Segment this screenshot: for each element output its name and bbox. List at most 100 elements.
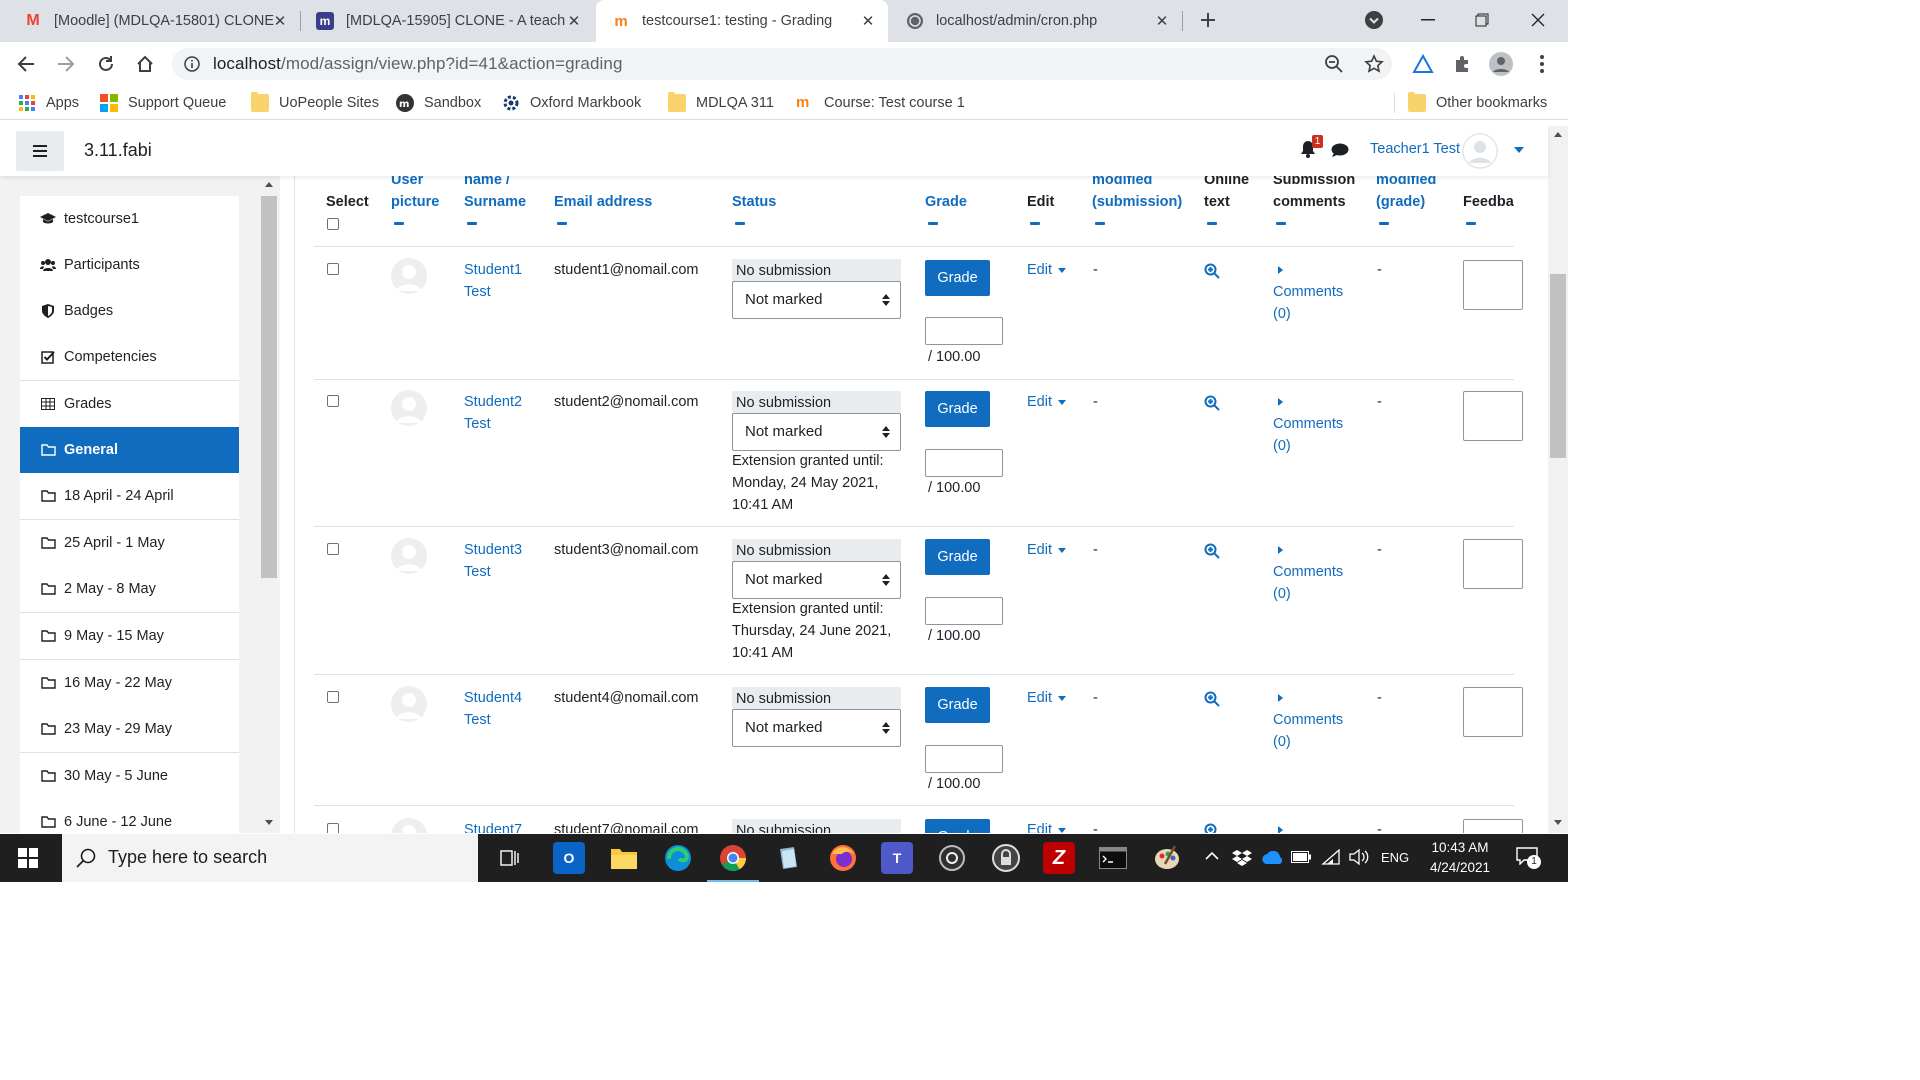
header-email[interactable]: Email address: [554, 191, 652, 213]
terminal-icon[interactable]: [1097, 842, 1129, 874]
action-center-icon[interactable]: 1: [1516, 847, 1541, 869]
show-hidden-icons-chevron-icon[interactable]: [1205, 851, 1219, 861]
nav-item-section[interactable]: 16 May - 22 May: [20, 660, 239, 707]
quick-grade-input[interactable]: [925, 745, 1003, 773]
grade-button[interactable]: Grade: [925, 687, 990, 723]
user-menu-name[interactable]: Teacher1 Test: [1370, 141, 1460, 157]
site-info-icon[interactable]: [184, 56, 200, 72]
wifi-icon[interactable]: [1321, 849, 1341, 865]
scroll-down-arrow-icon[interactable]: [1554, 820, 1562, 825]
student-name-link[interactable]: Student2 Test: [464, 391, 534, 435]
page-scrollbar[interactable]: [1548, 126, 1568, 833]
bookmark-other-bookmarks[interactable]: Other bookmarks: [1408, 92, 1547, 114]
windows-start-icon[interactable]: [18, 848, 38, 868]
paint-icon[interactable]: [1151, 842, 1183, 874]
edit-menu-toggle[interactable]: Edit: [1027, 687, 1066, 709]
obs-icon[interactable]: [936, 842, 968, 874]
minimize-icon[interactable]: [1406, 4, 1450, 36]
header-user-picture[interactable]: User picture: [391, 176, 439, 213]
header-modified-submission[interactable]: modified (submission): [1092, 176, 1182, 213]
site-name[interactable]: 3.11.fabi: [84, 140, 152, 161]
nav-item-section[interactable]: 23 May - 29 May: [20, 706, 239, 753]
onedrive-icon[interactable]: [1261, 851, 1283, 865]
collapse-column-icon[interactable]: [394, 222, 404, 225]
reload-icon[interactable]: [94, 52, 118, 76]
comments-link[interactable]: Comments (0): [1273, 561, 1343, 605]
task-view-icon[interactable]: [494, 842, 526, 874]
drawer-scrollbar-thumb[interactable]: [261, 196, 277, 578]
firefox-icon[interactable]: [827, 842, 859, 874]
bookmark-apps[interactable]: Apps: [18, 92, 79, 114]
outlook-icon[interactable]: O: [553, 842, 585, 874]
nav-item-competencies[interactable]: Competencies: [20, 334, 239, 381]
home-icon[interactable]: [133, 52, 157, 76]
scroll-up-arrow-icon[interactable]: [265, 182, 273, 187]
close-tab-icon[interactable]: ✕: [858, 11, 878, 31]
extension-drive-icon[interactable]: [1411, 52, 1435, 76]
chrome-menu-icon[interactable]: [1530, 52, 1554, 76]
notifications-bell-icon[interactable]: 1: [1300, 135, 1323, 160]
select-all-checkbox[interactable]: [327, 218, 339, 230]
row-select-checkbox[interactable]: [327, 263, 339, 275]
browser-tab-active[interactable]: m testcourse1: testing - Grading ✕: [596, 0, 888, 42]
collapse-column-icon[interactable]: [557, 222, 567, 225]
browser-tab-2[interactable]: m [MDLQA-15905] CLONE - A teach ✕: [300, 0, 594, 42]
student-name-link[interactable]: Student7: [464, 819, 522, 833]
close-tab-icon[interactable]: ✕: [270, 11, 290, 31]
marking-workflow-select[interactable]: Not marked: [732, 709, 901, 747]
scroll-down-arrow-icon[interactable]: [265, 820, 273, 825]
feedback-comment-box[interactable]: [1463, 260, 1523, 310]
marking-workflow-select[interactable]: Not marked: [732, 561, 901, 599]
taskbar-search-box[interactable]: Type here to search: [62, 834, 478, 882]
dropbox-icon[interactable]: [1232, 849, 1252, 867]
language-indicator[interactable]: ENG: [1381, 850, 1409, 865]
edit-menu-toggle[interactable]: Edit: [1027, 259, 1066, 281]
volume-icon[interactable]: [1349, 849, 1369, 865]
nav-item-participants[interactable]: Participants: [20, 242, 239, 289]
bookmark-mdlqa-311[interactable]: MDLQA 311: [668, 92, 774, 114]
messages-icon[interactable]: [1331, 143, 1349, 158]
user-avatar[interactable]: [1462, 133, 1498, 169]
user-menu-caret-icon[interactable]: [1514, 147, 1524, 153]
comments-link[interactable]: Comments (0): [1273, 281, 1343, 325]
comments-expand-icon[interactable]: [1278, 398, 1283, 406]
forward-icon[interactable]: [54, 52, 78, 76]
bookmark-sandbox[interactable]: m Sandbox: [396, 92, 481, 114]
battery-icon[interactable]: [1291, 851, 1311, 863]
drawer-scrollbar[interactable]: [260, 176, 278, 833]
collapse-column-icon[interactable]: [1095, 222, 1105, 225]
nav-item-general[interactable]: General: [20, 427, 239, 474]
marking-workflow-select[interactable]: Not marked: [732, 281, 901, 319]
scroll-up-arrow-icon[interactable]: [1554, 132, 1562, 137]
teams-icon[interactable]: T: [881, 842, 913, 874]
file-explorer-icon[interactable]: [608, 842, 640, 874]
nav-item-section[interactable]: 25 April - 1 May: [20, 520, 239, 567]
row-select-checkbox[interactable]: [327, 823, 339, 833]
comments-expand-icon[interactable]: [1278, 546, 1283, 554]
bookmark-oxford-markbook[interactable]: Oxford Markbook: [502, 92, 641, 114]
collapse-column-icon[interactable]: [1466, 222, 1476, 225]
collapse-column-icon[interactable]: [1030, 222, 1040, 225]
bookmark-uopeople-sites[interactable]: UoPeople Sites: [251, 92, 379, 114]
collapse-column-icon[interactable]: [1276, 222, 1286, 225]
student-name-link[interactable]: Student4 Test: [464, 687, 534, 731]
collapse-column-icon[interactable]: [1207, 222, 1217, 225]
close-tab-icon[interactable]: ✕: [564, 11, 584, 31]
bookmark-support-queue[interactable]: Support Queue: [100, 92, 226, 114]
edit-menu-toggle[interactable]: Edit: [1027, 819, 1066, 833]
nav-item-grades[interactable]: Grades: [20, 381, 239, 428]
extensions-puzzle-icon[interactable]: [1451, 52, 1475, 76]
nav-item-section[interactable]: 2 May - 8 May: [20, 566, 239, 613]
chrome-icon[interactable]: [707, 842, 759, 882]
notepad-icon[interactable]: [772, 842, 804, 874]
nav-item-section[interactable]: 9 May - 15 May: [20, 613, 239, 660]
nav-item-badges[interactable]: Badges: [20, 288, 239, 335]
zoom-preview-icon[interactable]: [1204, 395, 1220, 411]
comments-expand-icon[interactable]: [1278, 694, 1283, 702]
quick-grade-input[interactable]: [925, 317, 1003, 345]
grade-button[interactable]: Grade: [925, 819, 990, 833]
grade-button[interactable]: Grade: [925, 539, 990, 575]
comments-link[interactable]: Comments (0): [1273, 709, 1343, 753]
zoom-preview-icon[interactable]: [1204, 823, 1220, 833]
comments-expand-icon[interactable]: [1278, 266, 1283, 274]
